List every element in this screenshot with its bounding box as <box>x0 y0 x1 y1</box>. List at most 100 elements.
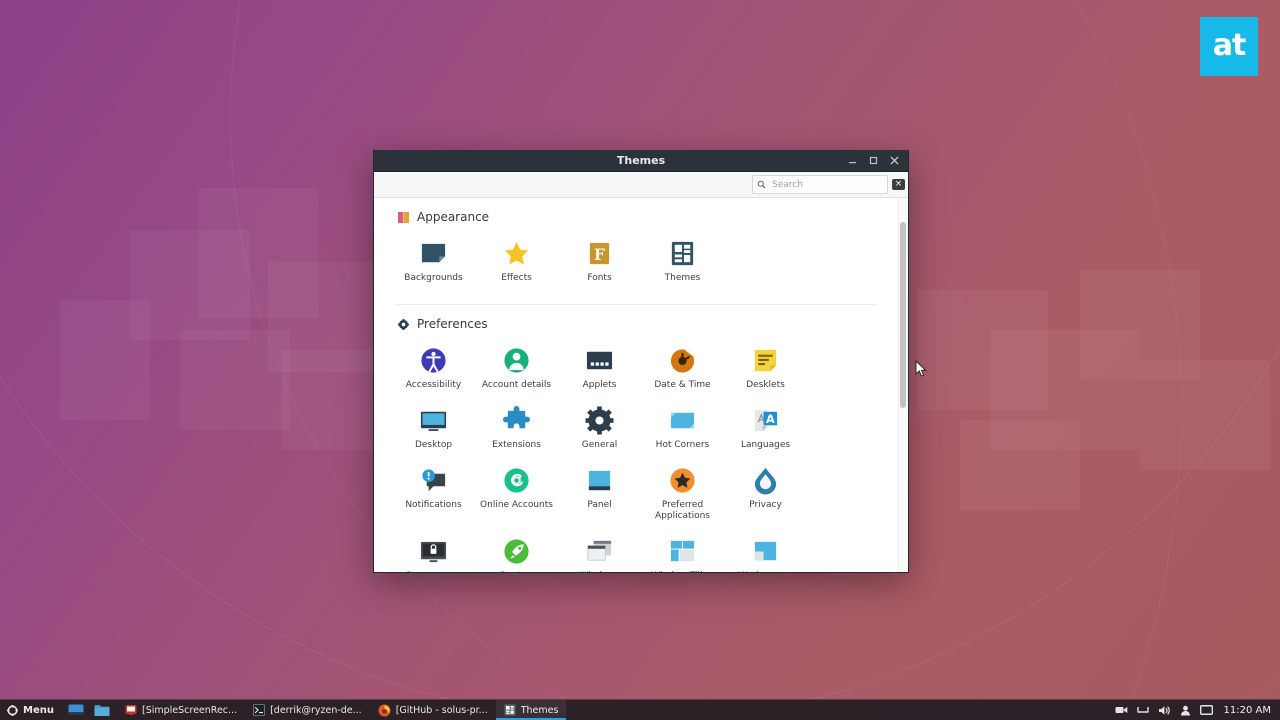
at-logo-watermark: at <box>1200 17 1258 76</box>
item-label: Account details <box>481 380 552 390</box>
search-box[interactable] <box>752 175 888 194</box>
item-label: Date & Time <box>654 380 711 390</box>
section-title: Appearance <box>417 210 490 224</box>
settings-item-languages[interactable]: A Languages <box>724 399 807 459</box>
taskbar-item-firefox[interactable]: [GitHub - solus-pr... <box>370 700 496 720</box>
maximize-button[interactable] <box>864 151 883 170</box>
at-logo-text: at <box>1212 27 1247 63</box>
search-input[interactable] <box>770 178 883 191</box>
user-tray-icon[interactable] <box>1180 705 1191 716</box>
taskbar-item-terminal[interactable]: [derrik@ryzen-de... <box>245 700 370 720</box>
scrollbar-thumb[interactable] <box>900 222 906 408</box>
settings-item-online-accounts[interactable]: Online Accounts <box>475 459 558 530</box>
window-titlebar[interactable]: Themes <box>374 150 908 172</box>
account-details-icon <box>502 345 532 375</box>
settings-item-date-time[interactable]: Date & Time <box>641 339 724 399</box>
taskbar-item-label: [derrik@ryzen-de... <box>270 704 362 716</box>
item-label: Desktop <box>414 440 453 450</box>
item-label: Languages <box>740 440 791 450</box>
settings-item-themes[interactable]: Themes <box>641 232 724 292</box>
settings-item-account-details[interactable]: Account details <box>475 339 558 399</box>
taskbar: Menu [SimpleScreenRec... [derrik@ryzen-d… <box>0 699 1280 720</box>
effects-star-icon <box>502 238 532 268</box>
wallpaper-square <box>960 420 1080 510</box>
general-gear-icon <box>585 405 615 435</box>
settings-item-screensaver[interactable]: Screensaver <box>392 530 475 572</box>
settings-item-windows[interactable]: Windows <box>558 530 641 572</box>
item-label: Backgrounds <box>404 273 463 283</box>
minimize-button[interactable] <box>843 151 862 170</box>
taskbar-item-simplescreenrecorder[interactable]: [SimpleScreenRec... <box>117 700 245 720</box>
terminal-icon <box>253 704 265 716</box>
close-button[interactable] <box>885 151 904 170</box>
item-label: Startup Applications <box>479 571 555 572</box>
item-label: General <box>581 440 618 450</box>
search-icon <box>757 180 766 189</box>
settings-item-desklets[interactable]: Desklets <box>724 339 807 399</box>
settings-item-effects[interactable]: Effects <box>475 232 558 292</box>
section-header-preferences: Preferences <box>398 317 884 331</box>
files-launcher[interactable] <box>89 700 115 720</box>
settings-item-extensions[interactable]: Extensions <box>475 399 558 459</box>
simplescreenrecorder-icon <box>125 705 137 715</box>
settings-item-desktop[interactable]: Desktop <box>392 399 475 459</box>
keyboard-tray-icon[interactable] <box>1136 705 1149 715</box>
content-scrollbar[interactable] <box>898 198 908 572</box>
settings-item-startup-applications[interactable]: Startup Applications <box>475 530 558 572</box>
wallpaper-square <box>180 330 290 430</box>
svg-text:F: F <box>594 244 605 263</box>
privacy-icon <box>751 465 781 495</box>
menu-label: Menu <box>23 704 54 716</box>
display-tray-icon[interactable] <box>1199 704 1213 716</box>
settings-item-backgrounds[interactable]: Backgrounds <box>392 232 475 292</box>
item-label: Screensaver <box>406 571 462 572</box>
date-time-icon <box>668 345 698 375</box>
preferences-items-grid: Accessibility Account details Applets Da… <box>388 339 884 572</box>
firefox-icon <box>378 704 391 716</box>
window-title: Themes <box>616 154 666 167</box>
themes-icon <box>668 238 698 268</box>
item-label: Accessibility <box>405 380 462 390</box>
settings-item-fonts[interactable]: F Fonts <box>558 232 641 292</box>
settings-item-preferred-applications[interactable]: Preferred Applications <box>641 459 724 530</box>
clock[interactable]: 11:20 AM <box>1222 705 1271 716</box>
taskbar-item-themes[interactable]: Themes <box>495 700 567 720</box>
settings-item-notifications[interactable]: Notifications <box>392 459 475 530</box>
windows-icon <box>585 536 615 566</box>
notifications-icon <box>419 465 449 495</box>
settings-item-general[interactable]: General <box>558 399 641 459</box>
settings-item-window-tiling[interactable]: Window Tiling <box>641 530 724 572</box>
screensaver-icon <box>419 536 449 566</box>
item-label: Desklets <box>746 380 785 390</box>
settings-item-accessibility[interactable]: Accessibility <box>392 339 475 399</box>
screen-recorder-tray-icon[interactable] <box>1115 705 1128 715</box>
themes-icon <box>504 704 516 716</box>
settings-item-privacy[interactable]: Privacy <box>724 459 807 530</box>
volume-tray-icon[interactable] <box>1158 705 1171 716</box>
accessibility-icon <box>419 345 449 375</box>
extensions-icon <box>502 405 532 435</box>
clear-search-button[interactable] <box>892 179 905 190</box>
item-label: Notifications <box>405 500 462 510</box>
svg-text:A: A <box>766 411 775 425</box>
section-appearance: Appearance Backgrounds Effects F Fonts T… <box>388 210 884 305</box>
item-label: Preferred Applications <box>655 500 710 521</box>
settings-item-hot-corners[interactable]: Hot Corners <box>641 399 724 459</box>
menu-button[interactable]: Menu <box>0 700 63 720</box>
preferences-gear-icon <box>398 318 409 330</box>
settings-item-workspaces[interactable]: Workspaces <box>724 530 807 572</box>
window-body: Appearance Backgrounds Effects F Fonts T… <box>374 198 908 572</box>
settings-item-applets[interactable]: Applets <box>558 339 641 399</box>
fonts-icon: F <box>585 238 615 268</box>
item-label: Privacy <box>749 500 782 510</box>
appearance-items-grid: Backgrounds Effects F Fonts Themes <box>388 232 884 292</box>
item-label: Windows <box>579 571 619 572</box>
item-label: Themes <box>664 273 701 283</box>
section-title: Preferences <box>417 317 488 331</box>
settings-item-panel[interactable]: Panel <box>558 459 641 530</box>
item-label: Fonts <box>587 273 612 283</box>
show-desktop-launcher[interactable] <box>63 700 89 720</box>
wallpaper-square <box>60 300 150 420</box>
item-label: Extensions <box>492 440 541 450</box>
system-tray: 11:20 AM <box>1115 700 1280 720</box>
